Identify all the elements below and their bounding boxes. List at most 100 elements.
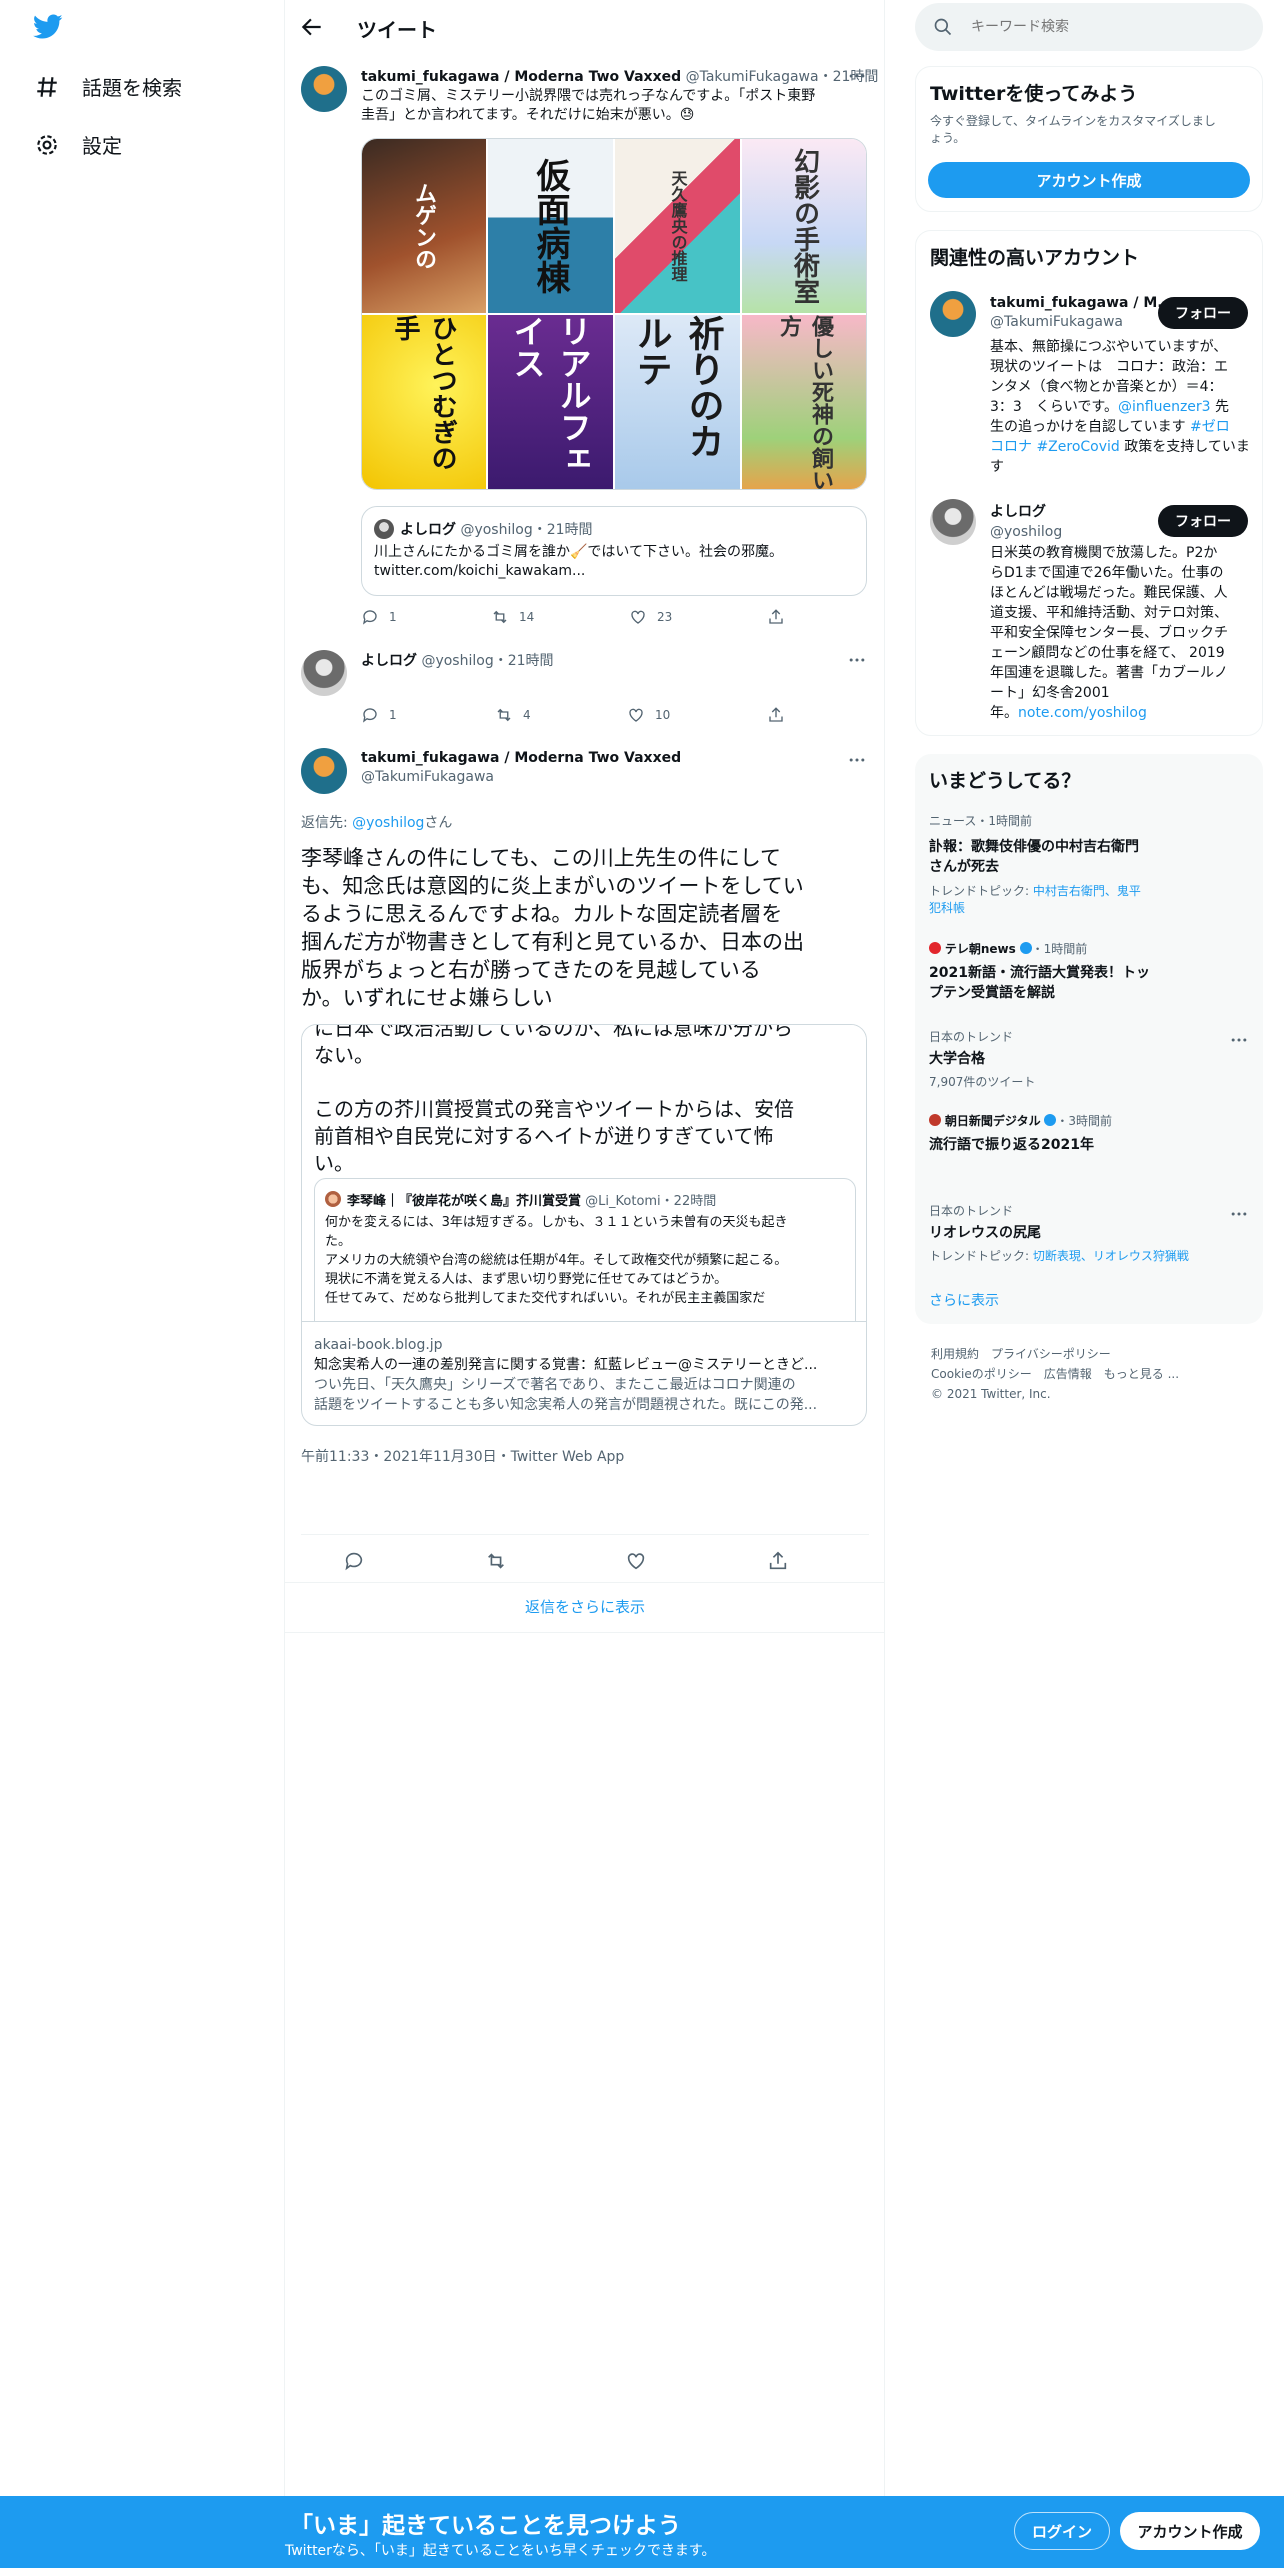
quoted-tweet[interactable]: よしログ @yoshilog・21時間 川上さんにたかるゴミ屑を誰か🧹ではいて下…	[361, 506, 867, 596]
share-icon[interactable]	[767, 1550, 789, 1572]
more-icon[interactable]	[847, 750, 867, 770]
trend-item[interactable]: テレ朝news ・1時間前 2021新語・流行語大賞発表！トッ プテン受賞語を解…	[929, 940, 1249, 1003]
trend-item[interactable]: 日本のトレンド リオレウスの尻尾 トレンドトピック: 切断表現、リオレウス狩猟戦	[929, 1202, 1249, 1264]
link-card-desc: つい先日、「天久鷹央」シリーズで著名であり、またここ最近はコロナ関連の	[314, 1377, 796, 1393]
create-account-button[interactable]: アカウント作成	[928, 162, 1250, 198]
avatar[interactable]	[930, 499, 976, 545]
reply-icon[interactable]	[343, 1550, 365, 1572]
quoted-author-name: よしログ	[400, 522, 456, 538]
book-cover[interactable]: 天久鷹央の推理	[615, 139, 740, 313]
show-more-replies[interactable]: 返信をさらに表示	[285, 1596, 885, 1617]
share-icon	[769, 609, 783, 624]
signup-panel: Twitterを使ってみよう 今すぐ登録して、タイムラインをカスタマイズしまし …	[915, 66, 1263, 212]
trend-item[interactable]: 朝日新聞デジタル ・3時間前 流行語で振り返る2021年	[929, 1112, 1249, 1155]
back-arrow-icon[interactable]	[299, 14, 325, 40]
book-cover[interactable]: ムゲンの	[362, 139, 486, 313]
page-title: ツイート	[357, 18, 437, 42]
bottom-subtext: Twitterなら、「いま」起きていることをいち早くチェックできます。	[285, 2543, 716, 2559]
retweet-count: 14	[519, 610, 535, 624]
book-cover[interactable]: リアルフェイス	[488, 315, 613, 489]
bottom-headline: 「いま」起きていることを見つけよう	[290, 2513, 681, 2539]
trend-item[interactable]: ニュース・1時間前 訃報：歌舞伎俳優の中村吉右衛門 さんが死去 トレンドトピック…	[929, 812, 1249, 917]
retweet-icon[interactable]	[485, 1550, 507, 1572]
tweet-timestamp[interactable]: 午前11:33・2021年11月30日・Twitter Web App	[301, 1446, 624, 1466]
tweet-time[interactable]: ・21時間	[494, 653, 554, 669]
verified-icon	[1019, 942, 1032, 954]
account-handle[interactable]: @yoshilog	[990, 524, 1062, 540]
left-nav: 話題を検索 設定	[0, 0, 285, 2568]
bottom-signup-bar: 「いま」起きていることを見つけよう Twitterなら、「いま」起きていることを…	[0, 2496, 1284, 2568]
account-bio: 日米英の教育機関で放蕩した。P2か らD1まで国連で26年働いた。仕事の ほとん…	[990, 545, 1228, 721]
follow-button[interactable]: フォロー	[1158, 297, 1248, 329]
copyright: © 2021 Twitter, Inc.	[931, 1387, 1051, 1401]
retweet-button[interactable]: 4	[495, 706, 531, 724]
quoted-link[interactable]: twitter.com/koichi_kawakam...	[374, 562, 854, 581]
reply-context: 返信先: @yoshilogさん	[301, 815, 453, 831]
nav-explore-label: 話題を検索	[82, 76, 182, 100]
login-button[interactable]: ログイン	[1014, 2512, 1110, 2550]
page-header: ツイート	[285, 0, 885, 54]
nav-settings[interactable]: 設定	[34, 130, 122, 159]
more-icon[interactable]	[1229, 1204, 1249, 1224]
book-cover[interactable]: ひとつむぎの手	[362, 315, 486, 489]
more-icon[interactable]	[847, 650, 867, 670]
book-cover[interactable]: 祈りのカルテ	[615, 315, 740, 489]
avatar	[374, 519, 394, 539]
link-card-desc: 話題をツイートすることも多い知念実希人の発言が問題視された。既にこの発...	[314, 1397, 818, 1413]
search-box[interactable]	[915, 3, 1263, 51]
retweet-icon	[497, 708, 511, 722]
author-handle[interactable]: @TakumiFukagawa	[361, 769, 681, 785]
tweet-item[interactable]: takumi_fukagawa / Moderna Two Vaxxed @Ta…	[285, 54, 885, 644]
related-accounts-panel: 関連性の高いアカウント takumi_fukagawa / M... @Taku…	[915, 230, 1263, 736]
like-button[interactable]: 23	[629, 608, 672, 626]
author-name[interactable]: takumi_fukagawa / Moderna Two Vaxxed	[361, 69, 681, 85]
account-handle[interactable]: @TakumiFukagawa	[990, 314, 1173, 330]
link-card[interactable]: に日本で政治活動しているのか、私には意味が分から ない。 この方の芥川賞授賞式の…	[301, 1024, 867, 1426]
more-icon[interactable]	[1229, 1030, 1249, 1050]
reply-count: 1	[389, 610, 397, 624]
book-cover[interactable]: 優しい死神の飼い方	[742, 315, 866, 489]
like-button[interactable]: 10	[627, 706, 670, 724]
more-icon[interactable]	[847, 66, 867, 86]
avatar[interactable]	[301, 66, 347, 112]
hashtag-icon	[37, 76, 57, 97]
reply-button[interactable]: 1	[361, 608, 397, 626]
avatar[interactable]	[930, 291, 976, 337]
reply-to-link[interactable]: @yoshilog	[352, 815, 424, 831]
avatar[interactable]	[301, 748, 347, 794]
footer-link[interactable]: プライバシーポリシー	[991, 1347, 1111, 1361]
avatar[interactable]	[301, 650, 347, 696]
heart-icon[interactable]	[625, 1550, 647, 1572]
nav-explore[interactable]: 話題を検索	[34, 72, 182, 101]
news-logo-icon	[929, 1114, 941, 1126]
twitter-logo-icon[interactable]	[33, 14, 63, 40]
tweet-item[interactable]: よしログ @yoshilog・21時間 1 4 10	[285, 640, 885, 740]
book-cover[interactable]: 仮面病棟	[488, 139, 613, 313]
signup-button[interactable]: アカウント作成	[1120, 2512, 1260, 2550]
share-button[interactable]	[767, 706, 785, 724]
trend-item[interactable]: 日本のトレンド 大学合格 7,907件のツイート	[929, 1028, 1249, 1090]
search-input[interactable]	[969, 15, 1249, 39]
trends-show-more[interactable]: さらに表示	[929, 1290, 999, 1310]
author-name[interactable]: よしログ	[361, 653, 417, 669]
follow-button[interactable]: フォロー	[1158, 505, 1248, 537]
footer-link[interactable]: Cookieのポリシー	[931, 1367, 1032, 1381]
account-name[interactable]: よしログ	[990, 501, 1062, 521]
embedded-tweet: 李琴峰｜『彼岸花が咲く島』芥川賞受賞 @Li_Kotomi・22時間 何かを変え…	[314, 1178, 856, 1321]
author-handle[interactable]: @yoshilog	[421, 653, 493, 669]
author-name[interactable]: takumi_fukagawa / Moderna Two Vaxxed	[361, 750, 681, 766]
footer-link[interactable]: 広告情報	[1044, 1367, 1092, 1381]
footer-link[interactable]: もっと見る ...	[1104, 1367, 1179, 1381]
nav-settings-label: 設定	[82, 134, 122, 158]
footer-link[interactable]: 利用規約	[931, 1347, 979, 1361]
reply-icon	[362, 610, 377, 625]
book-cover-grid[interactable]: ムゲンの 仮面病棟 天久鷹央の推理 幻影の手術室 ひとつむぎの手 リアルフェイス…	[361, 138, 867, 490]
book-cover[interactable]: 幻影の手術室	[742, 139, 866, 313]
retweet-button[interactable]: 14	[491, 608, 534, 626]
quoted-author-handle: @yoshilog	[460, 522, 533, 538]
author-handle[interactable]: @TakumiFukagawa	[686, 69, 819, 85]
share-button[interactable]	[767, 608, 785, 626]
reply-button[interactable]: 1	[361, 706, 397, 724]
account-name[interactable]: takumi_fukagawa / M...	[990, 295, 1173, 311]
avatar	[325, 1191, 341, 1207]
